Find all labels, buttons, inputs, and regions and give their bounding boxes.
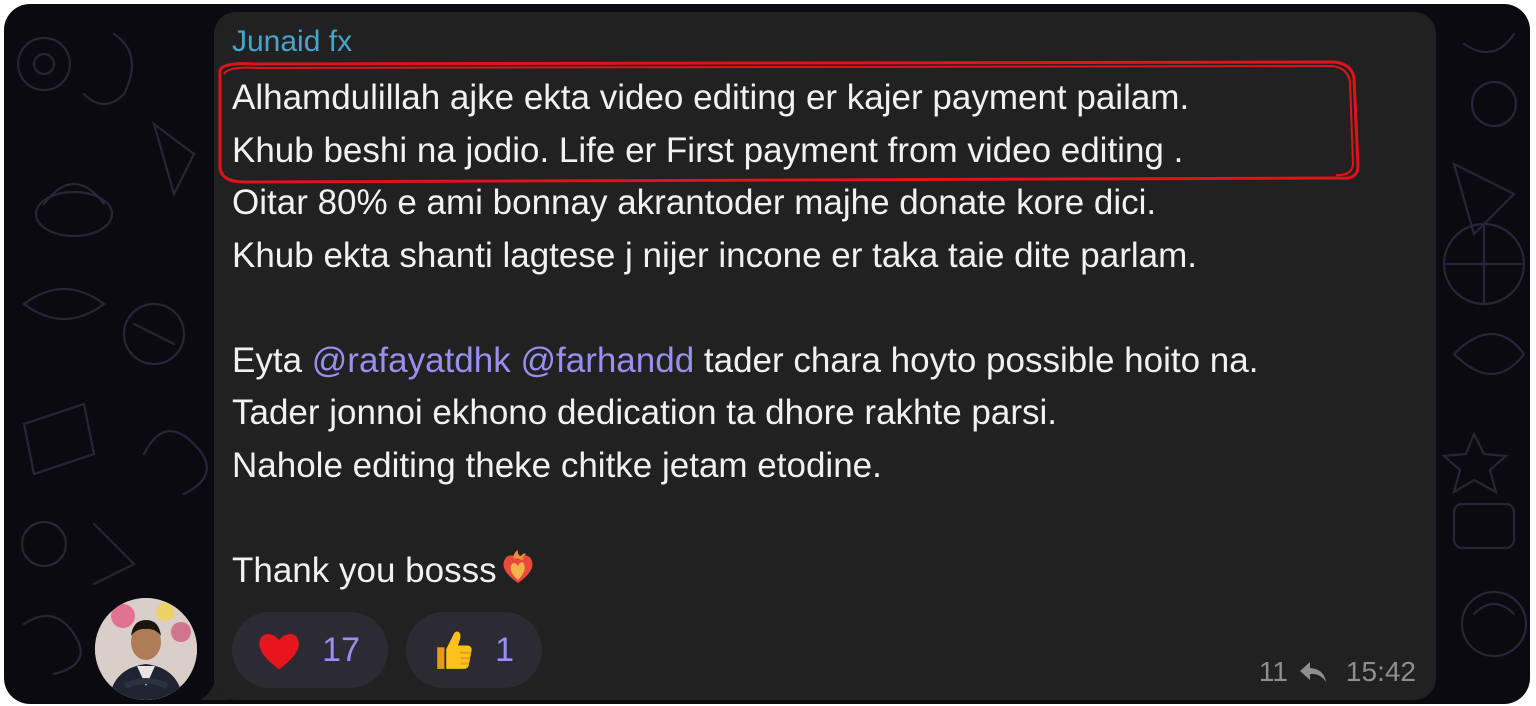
mention-separator [511,341,521,380]
mention-prefix: Eyta [232,340,312,380]
avatar-photo [95,598,197,700]
message-line: Khub ekta shanti lagtese j nijer incone … [232,235,1198,275]
reply-icon[interactable] [1298,660,1328,684]
heart-on-fire-icon [503,549,533,583]
reaction-heart[interactable]: 17 [232,612,388,688]
thanks-text: Thank you bosss [232,550,497,590]
message-line: Nahole editing theke chitke jetam etodin… [232,445,882,485]
thumbs-up-icon [437,631,472,669]
reaction-thumbs-up[interactable]: 1 [406,612,542,688]
heart-icon [259,633,299,670]
message-line-thanks: Thank you bosss [232,545,1422,598]
reactions-bar: 17 1 [232,612,542,688]
reply-count[interactable]: 11 [1259,656,1288,688]
message-line: Tader jonnoi ekhono dedication ta dhore … [232,393,1057,432]
message-line-empty [232,282,1422,335]
message-line-mentions: Eyta @rafayatdhk @farhandd tader chara h… [232,335,1422,388]
mention-suffix: tader chara hoyto possible hoito na. [694,340,1259,380]
mention-link-rafayatdhk[interactable]: @rafayatdhk [312,341,511,380]
red-highlight-outline [218,60,1360,184]
mention-link-farhandd[interactable]: @farhandd [520,341,694,380]
reaction-count: 17 [322,630,360,669]
reaction-count: 1 [495,630,514,669]
message-time: 15:42 [1345,656,1416,687]
message-meta: 11 15:42 [1259,656,1416,688]
message-line-empty [232,492,1422,545]
sender-name[interactable]: Junaid fx [232,25,352,59]
avatar[interactable] [95,598,197,700]
